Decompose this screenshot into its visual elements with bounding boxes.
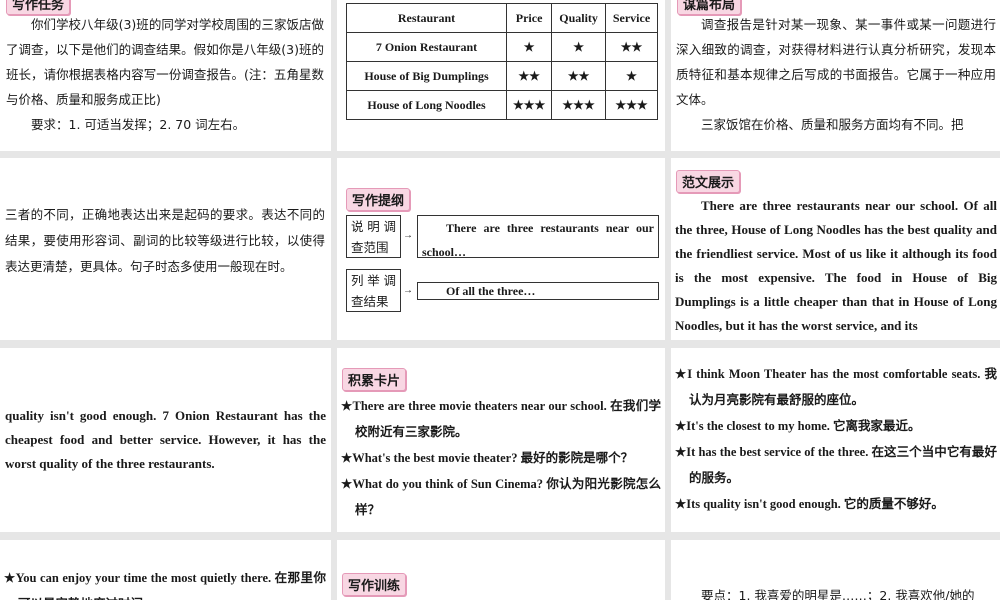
card-list-2: ★I think Moon Theater has the most comfo… [675, 361, 997, 517]
slide-cards-cont: ★I think Moon Theater has the most comfo… [671, 348, 1000, 532]
layout-cont-text: 三者的不同，正确地表达出来是起码的要求。表达不同的结果，要使用形容词、副词的比较… [5, 207, 325, 274]
list-item: ★Its quality isn't good enough. 它的质量不够好。 [675, 497, 944, 511]
table-row: House of Long Noodles ★★★ ★★★ ★★★ [346, 90, 659, 120]
slide-sample: 范文展示 There are three restaurants near ou… [671, 158, 1000, 340]
card-list-3: ★You can enjoy your time the most quietl… [4, 565, 326, 600]
outline-label-2: 列举调查结果 [346, 269, 401, 312]
outline-text-1: There are three restaurants near our sch… [417, 215, 659, 259]
list-item: ★It's the closest to my home. 它离我家最近。 [675, 419, 921, 433]
badge-sample: 范文展示 [676, 170, 741, 193]
sample-text: There are three restaurants near our sch… [675, 198, 997, 333]
list-item: ★There are three movie theaters near our… [341, 399, 661, 439]
outline-label-1: 说明调查范围 [346, 215, 401, 258]
slide-cards-cont-2: ★You can enjoy your time the most quietl… [0, 540, 331, 600]
slide-layout-cont: 三者的不同，正确地表达出来是起码的要求。表达不同的结果，要使用形容词、副词的比较… [0, 158, 331, 340]
layout-text: 调查报告是针对某一现象、某一事件或某一问题进行深入细致的调查，对获得材料进行认真… [676, 17, 996, 107]
task-requirements: 要求：1. 可适当发挥；2. 70 词左右。 [31, 117, 246, 132]
slide-outline: 写作提纲 说明调查范围 → There are three restaurant… [337, 158, 665, 340]
table-row: 7 Onion Restaurant ★ ★ ★★ [346, 32, 659, 62]
badge-outline: 写作提纲 [346, 188, 411, 211]
arrow-icon: → [403, 230, 413, 241]
badge-cards: 积累卡片 [342, 368, 407, 391]
task-text: 你们学校八年级(3)班的同学对学校周围的三家饭店做了调查，以下是他们的调查结果。… [6, 17, 324, 107]
sample-text-cont: quality isn't good enough. 7 Onion Resta… [5, 408, 326, 471]
list-item: ★It has the best service of the three. 在… [675, 445, 997, 485]
badge-training: 写作训练 [342, 573, 407, 596]
list-item: ★What do you think of Sun Cinema? 你认为阳光影… [341, 477, 661, 517]
table-row: House of Big Dumplings ★★ ★★ ★ [346, 61, 659, 91]
list-item: ★You can enjoy your time the most quietl… [4, 571, 326, 600]
slide-cards: 积累卡片 ★There are three movie theaters nea… [337, 348, 665, 532]
slide-table: Restaurant Price Quality Service 7 Onion Re… [337, 0, 665, 151]
arrow-icon: → [403, 285, 413, 296]
slide-layout: 谋篇布局 调查报告是针对某一现象、某一事件或某一问题进行深入细致的调查，对获得材… [671, 0, 1000, 151]
layout-text-2: 三家饭馆在价格、质量和服务方面均有不同。把 [701, 117, 964, 132]
list-item: ★What's the best movie theater? 最好的影院是哪个… [341, 451, 634, 465]
card-list: ★There are three movie theaters near our… [341, 393, 661, 523]
slide-task: 写作任务 你们学校八年级(3)班的同学对学校周围的三家饭店做了调查，以下是他们的… [0, 0, 331, 151]
slide-training: 写作训练 [337, 540, 665, 600]
table-header: Restaurant Price Quality Service [346, 3, 659, 33]
training-text: 要点：1. 我喜爱的明星是……；2. 我喜欢他/她的 [701, 588, 975, 600]
slide-training-cont: 要点：1. 我喜爱的明星是……；2. 我喜欢他/她的 [671, 540, 1000, 600]
slide-sample-cont: quality isn't good enough. 7 Onion Resta… [0, 348, 331, 532]
outline-text-2: Of all the three… [417, 282, 659, 300]
list-item: ★I think Moon Theater has the most comfo… [675, 367, 997, 407]
survey-table: Restaurant Price Quality Service 7 Onion Re… [346, 3, 659, 120]
